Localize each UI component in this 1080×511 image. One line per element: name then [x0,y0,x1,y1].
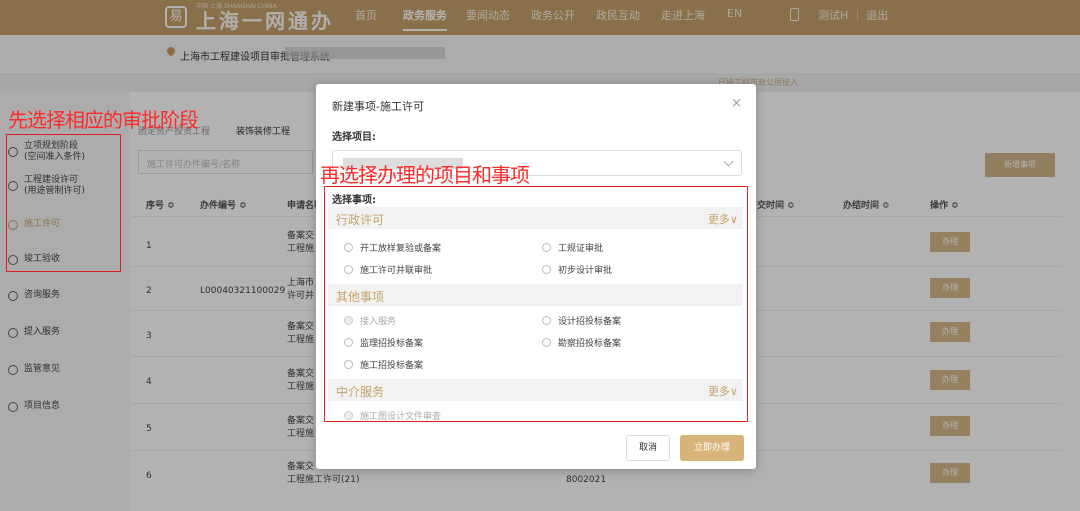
handle-now-button[interactable]: 立即办理 [680,435,744,461]
annotation-box-stage [6,134,121,272]
new-item-dialog: 新建事项-施工许可 × 选择项目: 再选择办理的项目和事项 选择事项: 行政许可… [316,84,756,469]
cancel-button[interactable]: 取消 [626,435,670,461]
annotation-select-project: 再选择办理的项目和事项 [320,163,530,187]
project-label: 选择项目: [332,132,376,143]
close-icon[interactable]: × [731,96,742,111]
chevron-down-icon [723,156,734,167]
annotation-box-items [324,186,748,422]
annotation-select-stage: 先选择相应的审批阶段 [8,108,199,132]
dialog-title: 新建事项-施工许可 [332,100,424,113]
